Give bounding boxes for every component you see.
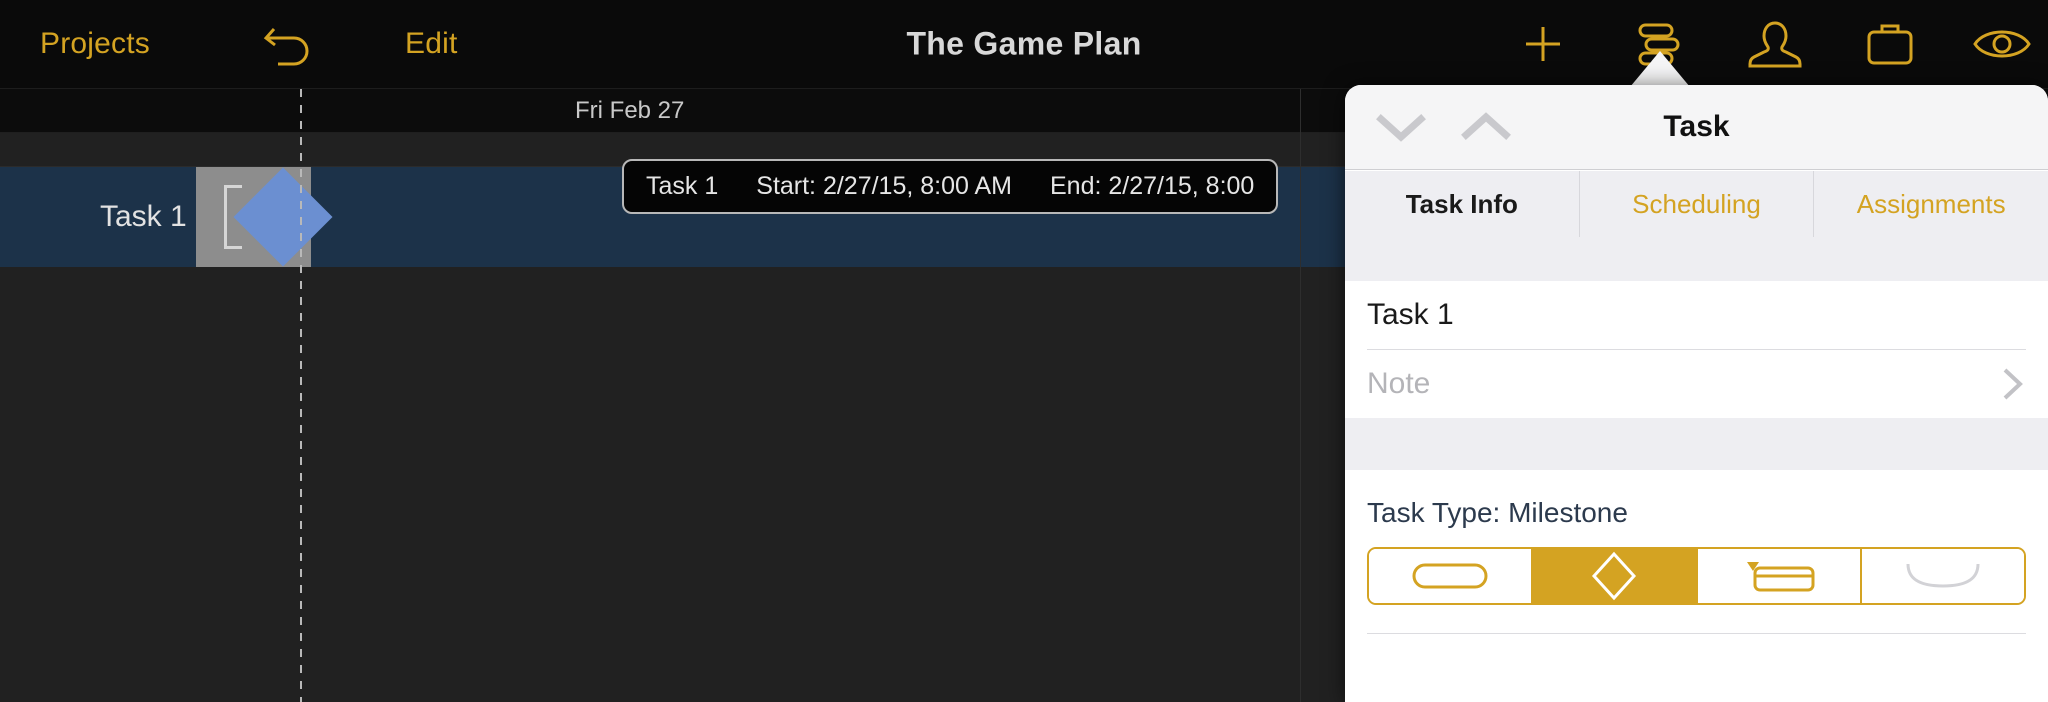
briefcase-icon[interactable] bbox=[1855, 15, 1925, 73]
chevron-right-icon bbox=[2003, 368, 2023, 400]
milestone-diamond-icon bbox=[1592, 551, 1637, 601]
task-type-segmented-control[interactable] bbox=[1367, 547, 2026, 605]
task-type-label: Task Type: Milestone bbox=[1367, 497, 1628, 528]
group-task-icon bbox=[1746, 562, 1815, 592]
task-name-value: Task 1 bbox=[1367, 298, 1454, 331]
task-bar-icon bbox=[1412, 563, 1488, 589]
section-gap bbox=[1345, 418, 2048, 470]
hammock-task-icon bbox=[1906, 563, 1980, 588]
popover-tabbar: Task Info Scheduling Assignments bbox=[1345, 171, 2048, 237]
popover-header: Task bbox=[1345, 85, 2048, 170]
timeline-column-divider bbox=[1300, 89, 1301, 702]
tab-task-info[interactable]: Task Info bbox=[1345, 171, 1580, 237]
task-name-field[interactable]: Task 1 bbox=[1345, 281, 2048, 349]
today-marker-line bbox=[300, 89, 302, 702]
tab-scheduling[interactable]: Scheduling bbox=[1580, 171, 1815, 237]
tooltip-start: Start: 2/27/15, 8:00 AM bbox=[756, 172, 1012, 200]
app-root: Projects Edit The Game Plan Fri Feb 27 T… bbox=[0, 0, 2048, 702]
tooltip-task-name: Task 1 bbox=[646, 172, 719, 200]
tab-assignments[interactable]: Assignments bbox=[1814, 171, 2048, 237]
task-type-option-hammock[interactable] bbox=[1861, 549, 2024, 603]
eye-icon[interactable] bbox=[1967, 15, 2037, 73]
note-placeholder: Note bbox=[1367, 367, 1431, 400]
note-field[interactable]: Note bbox=[1345, 350, 2048, 418]
tooltip-end: End: 2/27/15, 8:00 bbox=[1049, 172, 1255, 200]
date-label: Fri Feb 27 bbox=[575, 96, 685, 124]
task-inspector-popover: Task Task Info Scheduling Assignments Ta… bbox=[1345, 85, 2048, 702]
task-row-label: Task 1 bbox=[100, 200, 187, 233]
task-type-option-milestone[interactable] bbox=[1533, 549, 1698, 603]
tabbar-spacer bbox=[1345, 237, 2048, 281]
popover-title: Task bbox=[1663, 110, 1730, 143]
task-type-divider bbox=[1367, 633, 2026, 634]
task-type-option-group[interactable] bbox=[1697, 549, 1862, 603]
task-info-tooltip: Task 1 Start: 2/27/15, 8:00 AM End: 2/27… bbox=[622, 159, 1279, 214]
person-icon[interactable] bbox=[1740, 15, 1810, 73]
task-type-option-task[interactable] bbox=[1369, 549, 1534, 603]
top-toolbar: Projects Edit The Game Plan bbox=[0, 0, 2048, 89]
plus-icon[interactable] bbox=[1508, 15, 1578, 73]
popover-arrow-icon bbox=[1630, 51, 1690, 87]
